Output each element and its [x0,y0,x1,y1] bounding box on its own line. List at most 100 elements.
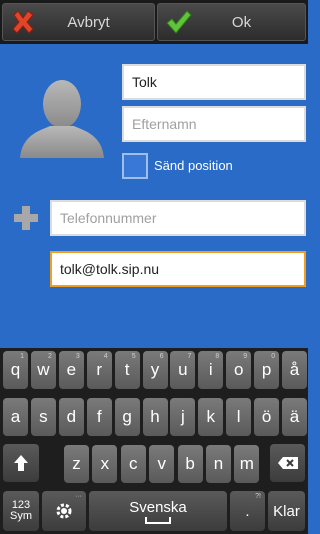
key-i-label: i [208,360,213,379]
key-a-label: a [10,407,21,426]
key-h[interactable]: h [142,398,168,436]
key-k-label: k [206,407,216,426]
key-y-alt-label: 6 [159,353,164,360]
first-name-value: Tolk [132,74,157,90]
key-f-label: f [96,407,102,426]
space-bar-icon [145,516,171,524]
cancel-label: Avbryt [67,13,110,31]
key-e-label: e [66,360,77,379]
key-ö[interactable]: ö [254,398,280,436]
key-å-label: å [289,360,300,379]
key-v[interactable]: v [149,445,175,483]
space-language-label: Svenska [129,498,187,516]
key-y[interactable]: y6 [142,351,168,389]
key-p-label: p [261,360,272,379]
key-c-label: c [129,454,138,473]
contact-avatar-icon[interactable] [14,74,110,158]
key-r[interactable]: r4 [86,351,112,389]
key-n-label: n [213,454,224,473]
key-d-label: d [66,407,77,426]
key-m-label: m [239,454,254,473]
key-l-label: l [236,407,241,426]
key-s-label: s [39,407,48,426]
period-label: . [245,502,250,520]
key-t-alt-label: 5 [131,353,136,360]
first-name-field[interactable]: Tolk [122,64,306,100]
key-l[interactable]: l [226,398,252,436]
space-key[interactable]: Svenska [89,491,227,531]
key-f[interactable]: f [86,398,112,436]
sip-address-value: tolk@tolk.sip.nu [60,261,160,277]
sip-address-field[interactable]: tolk@tolk.sip.nu [50,251,306,287]
key-o-alt-label: 9 [243,353,248,360]
key-i[interactable]: i8 [198,351,224,389]
red-x-icon [12,10,34,34]
key-q-label: q [10,360,21,379]
ok-button[interactable]: Ok [157,3,306,41]
key-w-label: w [37,360,50,379]
key-b[interactable]: b [177,445,203,483]
green-check-icon [166,10,192,34]
key-e-alt-label: 3 [75,353,80,360]
key-j[interactable]: j [170,398,196,436]
key-e[interactable]: e3 [58,351,84,389]
done-label: Klar [273,502,300,520]
period-key[interactable]: ?! . [230,491,265,531]
key-m[interactable]: m [234,445,260,483]
key-q[interactable]: q1 [3,351,28,389]
key-t[interactable]: t5 [114,351,140,389]
symbols-label-2: Sym [10,510,32,522]
key-c[interactable]: c [120,445,146,483]
shift-key[interactable] [3,444,39,482]
key-x-label: x [100,454,110,473]
key-a[interactable]: a [3,398,28,436]
phone-field[interactable]: Telefonnummer [50,200,306,236]
key-p[interactable]: p0 [254,351,280,389]
send-position-label: Sänd position [154,158,233,173]
key-o[interactable]: o9 [226,351,252,389]
key-u-alt-label: 7 [187,353,192,360]
cancel-button[interactable]: Avbryt [2,3,155,41]
gear-icon [56,503,72,519]
ok-label: Ok [231,13,252,31]
backspace-key[interactable] [270,444,305,482]
key-j-label: j [181,407,185,426]
key-k[interactable]: k [198,398,224,436]
key-u-label: u [178,360,188,379]
shift-arrow-icon [14,455,28,471]
key-g-label: g [122,407,132,426]
key-y-label: y [150,360,160,379]
key-o-label: o [233,360,244,379]
key-z-label: z [72,454,81,473]
key-q-alt-label: 1 [20,353,24,360]
key-z[interactable]: z [64,445,89,483]
key-i-alt-label: 8 [215,353,220,360]
done-key[interactable]: Klar [268,491,305,531]
send-position-checkbox[interactable] [122,153,148,179]
key-h-label: h [150,407,160,426]
key-t-label: t [124,360,130,379]
on-screen-keyboard: q1w2e3r4t5y6u7i8o9p0å asdfghjklöä zxcvbn… [0,348,308,534]
key-å[interactable]: å [282,351,307,389]
key-ä[interactable]: ä [282,398,307,436]
key-v-label: v [157,454,166,473]
key-x[interactable]: x [92,445,118,483]
key-u[interactable]: u7 [170,351,196,389]
key-ö-label: ö [261,407,272,426]
phone-placeholder: Telefonnummer [60,210,157,226]
add-phone-icon[interactable] [12,204,40,232]
key-s[interactable]: s [30,398,56,436]
key-n[interactable]: n [206,445,231,483]
last-name-field[interactable]: Efternamn [122,106,306,142]
key-r-alt-label: 4 [103,353,108,360]
key-r-label: r [96,360,103,379]
key-b-label: b [185,454,195,473]
symbols-key[interactable]: 123 Sym [3,491,39,531]
key-w[interactable]: w2 [30,351,56,389]
key-d[interactable]: d [58,398,84,436]
settings-key[interactable]: ··· [42,491,86,531]
backspace-icon [277,457,298,469]
key-w-alt-label: 2 [47,353,52,360]
key-ä-label: ä [289,407,300,426]
key-g[interactable]: g [114,398,140,436]
